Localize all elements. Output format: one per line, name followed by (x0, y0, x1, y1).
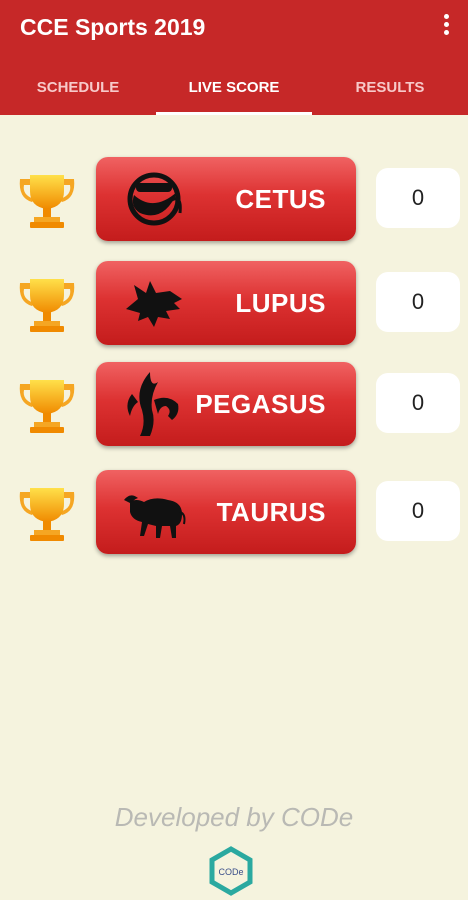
team-button-lupus[interactable]: LUPUS (96, 261, 356, 345)
trophy-icon (19, 175, 75, 228)
bull-icon (124, 495, 186, 538)
team-name: CETUS (235, 184, 326, 214)
code-club-logo-icon: CODe (209, 846, 253, 896)
developer-credit: Developed by CODe (114, 802, 354, 832)
team-row: CETUS 0 (0, 157, 468, 241)
wolf-head-icon (126, 281, 182, 327)
team-row: LUPUS 0 (0, 261, 468, 345)
score-box: 0 (376, 168, 460, 228)
score-box: 0 (376, 373, 460, 433)
team-name: PEGASUS (195, 389, 326, 419)
trophy-icon (19, 488, 75, 541)
team-button-pegasus[interactable]: PEGASUS (96, 362, 356, 446)
trophy-icon (19, 380, 75, 433)
tab-schedule[interactable]: SCHEDULE (0, 60, 156, 115)
more-options-icon[interactable] (438, 14, 454, 40)
tab-live-score[interactable]: LIVE SCORE (156, 60, 312, 115)
team-button-taurus[interactable]: TAURUS (96, 470, 356, 554)
cetus-emblem-icon (127, 172, 182, 226)
pegasus-emblem-icon (127, 372, 179, 436)
score-box: 0 (376, 481, 460, 541)
team-button-cetus[interactable]: CETUS (96, 157, 356, 241)
app-title: CCE Sports 2019 (20, 14, 206, 40)
logo-text: CODe (218, 867, 243, 877)
team-row: TAURUS 0 (0, 470, 468, 554)
team-row: PEGASUS 0 (0, 362, 468, 446)
team-name: LUPUS (235, 288, 326, 318)
trophy-icon (19, 279, 75, 332)
app-bar: CCE Sports 2019 SCHEDULE LIVE SCORE RESU… (0, 0, 468, 115)
tab-bar: SCHEDULE LIVE SCORE RESULTS (0, 60, 468, 115)
score-box: 0 (376, 272, 460, 332)
team-name: TAURUS (216, 497, 326, 527)
tab-results[interactable]: RESULTS (312, 60, 468, 115)
